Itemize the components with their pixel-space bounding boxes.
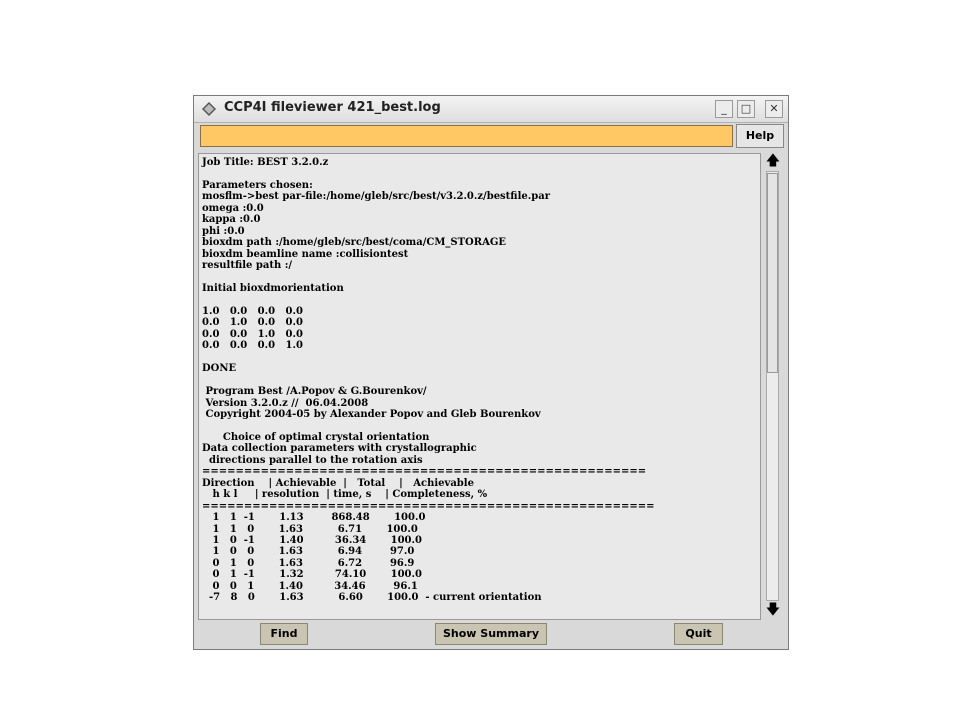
log-line: Job Title: BEST 3.2.0.z — [202, 157, 329, 168]
log-line: directions parallel to the rotation axis — [202, 454, 423, 466]
log-line: 0 1 0 1.63 6.72 96.9 — [202, 557, 415, 569]
log-line: kappa :0.0 — [202, 214, 261, 226]
log-line: Data collection parameters with crystall… — [202, 443, 477, 455]
window-title: CCP4I fileviewer 421_best.log — [224, 100, 441, 115]
log-line: -7 8 0 1.63 6.60 100.0 - current orienta… — [202, 592, 542, 604]
log-line: 1 1 -1 1.13 868.48 100.0 — [202, 512, 426, 524]
log-line: Parameters chosen: — [202, 179, 313, 191]
scroll-up-arrow-icon[interactable]: 🡅 — [763, 153, 783, 169]
log-line: ========================================… — [202, 466, 647, 478]
log-line: ========================================… — [202, 500, 655, 512]
log-line: Choice of optimal crystal orientation — [202, 431, 430, 443]
log-text-area[interactable]: Job Title: BEST 3.2.0.z Parameters chose… — [198, 153, 761, 620]
log-line: 0.0 1.0 0.0 0.0 — [202, 317, 303, 329]
log-line: phi :0.0 — [202, 225, 245, 237]
message-bar — [200, 125, 733, 147]
maximize-icon[interactable]: □ — [737, 100, 755, 118]
log-line: 1 0 -1 1.40 36.34 100.0 — [202, 534, 422, 546]
toolbar: Help — [194, 123, 788, 151]
log-line: bioxdm beamline name :collisiontest — [202, 248, 409, 260]
fileviewer-window: CCP4I fileviewer 421_best.log _ □ ✕ Help… — [193, 95, 789, 650]
scroll-down-arrow-icon[interactable]: 🡇 — [763, 602, 783, 618]
log-line: Program Best /A.Popov & G.Bourenkov/ — [202, 386, 427, 398]
log-line: Direction | Achievable | Total | Achieva… — [202, 477, 474, 489]
minimize-icon[interactable]: _ — [715, 100, 733, 118]
bottom-button-bar: Find Show Summary Quit — [194, 622, 788, 649]
log-line: 0 0 1 1.40 34.46 96.1 — [202, 580, 418, 592]
log-line: 1 0 0 1.63 6.94 97.0 — [202, 546, 415, 558]
find-button[interactable]: Find — [260, 623, 308, 645]
log-line: h k l | resolution | time, s | Completen… — [202, 489, 488, 501]
log-line: 0 1 -1 1.32 74.10 100.0 — [202, 569, 422, 581]
scroll-thumb[interactable] — [767, 173, 778, 373]
log-line: 0.0 0.0 0.0 1.0 — [202, 340, 303, 352]
log-line: Initial bioxdmorientation — [202, 282, 344, 294]
log-content: Job Title: BEST 3.2.0.z Parameters chose… — [199, 154, 760, 604]
log-line: Version 3.2.0.z // 06.04.2008 — [202, 397, 369, 409]
log-line: 1.0 0.0 0.0 0.0 — [202, 305, 303, 317]
log-line: omega :0.0 — [202, 202, 264, 214]
help-button[interactable]: Help — [736, 124, 784, 148]
log-line: resultfile path :/ — [202, 260, 293, 272]
log-line: 1 1 0 1.63 6.71 100.0 — [202, 523, 418, 535]
log-line: Copyright 2004-05 by Alexander Popov and… — [202, 408, 541, 420]
log-line: mosflm->best par-file:/home/gleb/src/bes… — [202, 191, 550, 203]
diamond-app-icon — [202, 102, 216, 116]
scroll-track[interactable] — [766, 171, 779, 601]
vertical-scrollbar[interactable]: 🡅 🡇 — [761, 153, 785, 620]
show-summary-button[interactable]: Show Summary — [435, 623, 547, 645]
log-line: 0.0 0.0 1.0 0.0 — [202, 328, 303, 340]
log-line: DONE — [202, 363, 237, 375]
quit-button[interactable]: Quit — [674, 623, 723, 645]
close-icon[interactable]: ✕ — [765, 100, 783, 118]
title-bar[interactable]: CCP4I fileviewer 421_best.log _ □ ✕ — [194, 96, 788, 123]
log-line: bioxdm path :/home/gleb/src/best/coma/CM… — [202, 237, 506, 249]
